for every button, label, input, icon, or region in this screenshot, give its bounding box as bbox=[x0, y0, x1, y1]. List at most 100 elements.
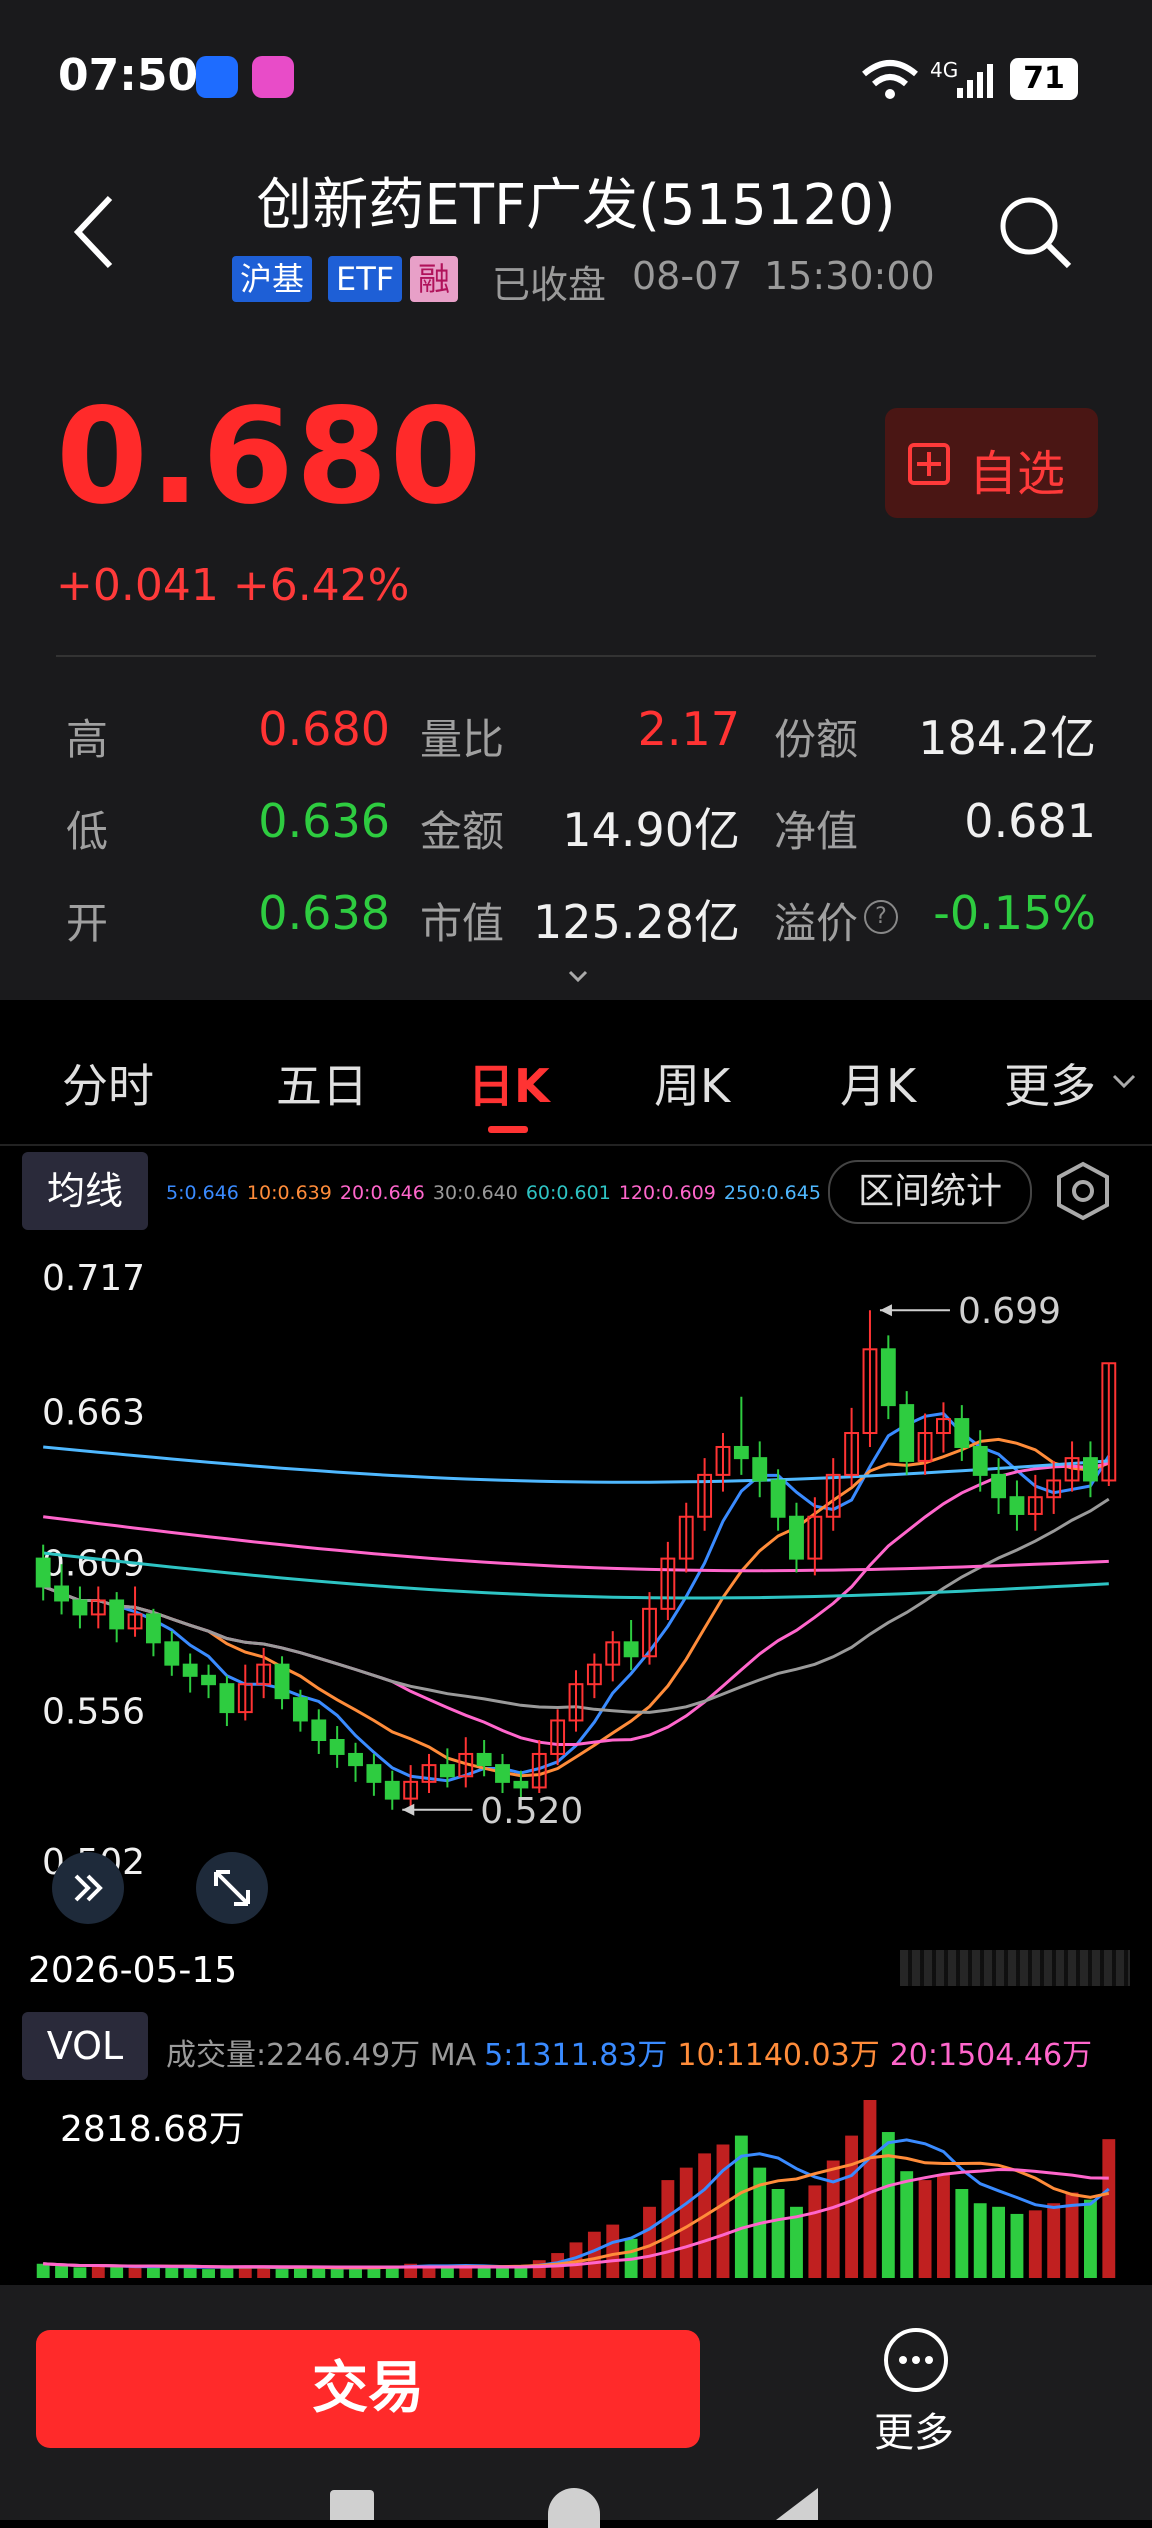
annotation-arrow bbox=[879, 1304, 892, 1317]
volume-bar bbox=[826, 2160, 840, 2278]
volume-bar bbox=[918, 2180, 932, 2278]
volume-bar bbox=[606, 2224, 620, 2278]
search-icon[interactable] bbox=[995, 192, 1075, 272]
volume-bar bbox=[881, 2132, 895, 2278]
candle-body bbox=[201, 1674, 216, 1686]
annotation-label: 0.699 bbox=[958, 1291, 1061, 1332]
ma-legend-item: 250:0.645 bbox=[723, 1182, 821, 1204]
candle-body bbox=[880, 1348, 896, 1407]
volume-bar bbox=[973, 2203, 987, 2278]
tab-1[interactable]: 五日 bbox=[276, 1050, 368, 1116]
volume-bar bbox=[587, 2231, 601, 2278]
tab-3[interactable]: 周K bbox=[654, 1050, 730, 1116]
candle-body bbox=[384, 1780, 400, 1800]
notification-icon bbox=[196, 56, 238, 98]
volume-bar bbox=[330, 2269, 344, 2278]
candle-body bbox=[54, 1585, 69, 1602]
nav-recent-icon[interactable] bbox=[330, 2490, 374, 2520]
help-icon[interactable]: ? bbox=[864, 900, 898, 934]
add-watchlist-button[interactable]: 自选 bbox=[885, 408, 1098, 518]
wifi-icon bbox=[862, 60, 918, 99]
interval-stats-button[interactable]: 区间统计 bbox=[828, 1160, 1032, 1224]
candle-body bbox=[1083, 1457, 1098, 1482]
price-change: +0.041 +6.42% bbox=[56, 560, 410, 611]
stat-value: 0.680 bbox=[258, 702, 390, 756]
ma-line bbox=[43, 1515, 1109, 1573]
settings-hexagon-icon[interactable] bbox=[1052, 1160, 1114, 1222]
stat-label: 金额 bbox=[420, 807, 505, 856]
more-label: 更多 bbox=[874, 2410, 954, 2456]
ma-legend-item: 5:0.646 bbox=[166, 1182, 239, 1204]
tag-exchange: 沪基 bbox=[232, 256, 313, 302]
change-percent: +6.42% bbox=[232, 560, 410, 611]
fullscreen-button[interactable] bbox=[196, 1852, 268, 1924]
stat-value: 0.636 bbox=[258, 794, 390, 848]
volume-bar bbox=[275, 2269, 289, 2278]
candle-body bbox=[219, 1683, 235, 1714]
tag-margin: 融 bbox=[410, 256, 459, 302]
volume-bar bbox=[661, 2180, 675, 2278]
ma-toggle-button[interactable]: 均线 bbox=[22, 1152, 148, 1230]
chart-start-date: 2026-05-15 bbox=[28, 1950, 238, 1991]
plus-square-icon bbox=[908, 443, 950, 485]
candle-body bbox=[476, 1752, 492, 1767]
candle-body bbox=[954, 1418, 970, 1448]
volume-bar bbox=[36, 2263, 50, 2278]
y-tick-label: 0.717 bbox=[42, 1258, 145, 1299]
volume-bar bbox=[771, 2189, 785, 2278]
volume-bar bbox=[183, 2267, 197, 2278]
volume-bar bbox=[440, 2267, 454, 2278]
signal-icon bbox=[957, 64, 993, 98]
candle-body bbox=[109, 1599, 125, 1630]
candle-body bbox=[752, 1457, 768, 1482]
stat-label: 低 bbox=[66, 807, 109, 856]
vol-toggle-button[interactable]: VOL bbox=[22, 2012, 148, 2080]
candle-body bbox=[439, 1764, 455, 1778]
volume-chart bbox=[36, 2100, 1116, 2278]
vol-legend-item: 10:1140.03万 bbox=[677, 2038, 880, 2073]
volume-bar bbox=[91, 2265, 105, 2278]
page-title: 创新药ETF广发(515120) bbox=[256, 173, 896, 238]
candlestick-chart[interactable]: 0.7170.6630.6090.5560.5020.6990.520 bbox=[0, 1240, 1152, 1890]
candle-body bbox=[770, 1479, 786, 1518]
more-dots-icon[interactable] bbox=[882, 2326, 950, 2394]
tab-5[interactable]: 更多 bbox=[1004, 1050, 1096, 1116]
tab-4[interactable]: 月K bbox=[840, 1050, 916, 1116]
volume-bar bbox=[477, 2267, 491, 2278]
volume-bar bbox=[257, 2267, 271, 2278]
trade-button[interactable]: 交易 bbox=[36, 2330, 700, 2448]
stat-label: 市值 bbox=[420, 899, 505, 948]
stat-value: 0.638 bbox=[258, 886, 390, 940]
volume-bar bbox=[845, 2135, 859, 2278]
tab-2[interactable]: 日K bbox=[468, 1050, 550, 1116]
candle-body bbox=[35, 1557, 51, 1588]
volume-bar bbox=[165, 2267, 179, 2278]
stat-value: 2.17 bbox=[637, 702, 740, 756]
history-button[interactable] bbox=[52, 1852, 124, 1924]
candle-body bbox=[972, 1445, 988, 1476]
volume-bar bbox=[1010, 2213, 1024, 2278]
status-bar: 07:50 4G 71 bbox=[0, 0, 1152, 150]
expand-chevron-icon[interactable] bbox=[566, 968, 590, 984]
ma-legend: 5:0.646 10:0.639 20:0.646 30:0.640 60:0.601 1… bbox=[166, 1182, 829, 1204]
candle-body bbox=[991, 1473, 1007, 1499]
candle-body bbox=[182, 1663, 198, 1677]
nav-back-icon[interactable] bbox=[772, 2488, 822, 2520]
tab-0[interactable]: 分时 bbox=[62, 1050, 154, 1116]
divider bbox=[56, 655, 1096, 657]
candle-body bbox=[899, 1404, 915, 1462]
volume-bar bbox=[863, 2100, 877, 2278]
volume-bar bbox=[202, 2269, 215, 2278]
vol-legend: 成交量:2246.49万 MA 5:1311.83万 10:1140.03万 20:1… bbox=[166, 2030, 1102, 2074]
volume-bar bbox=[937, 2174, 950, 2278]
volume-bar bbox=[808, 2185, 822, 2278]
quote-time: 15:30:00 bbox=[764, 254, 935, 298]
y-tick-label: 0.663 bbox=[42, 1393, 145, 1434]
candle-body bbox=[311, 1719, 327, 1742]
candle-body bbox=[623, 1641, 639, 1658]
ma-line bbox=[43, 1445, 1109, 1484]
volume-bar bbox=[992, 2206, 1006, 2278]
candle-body bbox=[145, 1613, 161, 1644]
vol-legend-item: 5:1311.83万 bbox=[484, 2038, 668, 2073]
stat-value: -0.15% bbox=[933, 886, 1096, 940]
